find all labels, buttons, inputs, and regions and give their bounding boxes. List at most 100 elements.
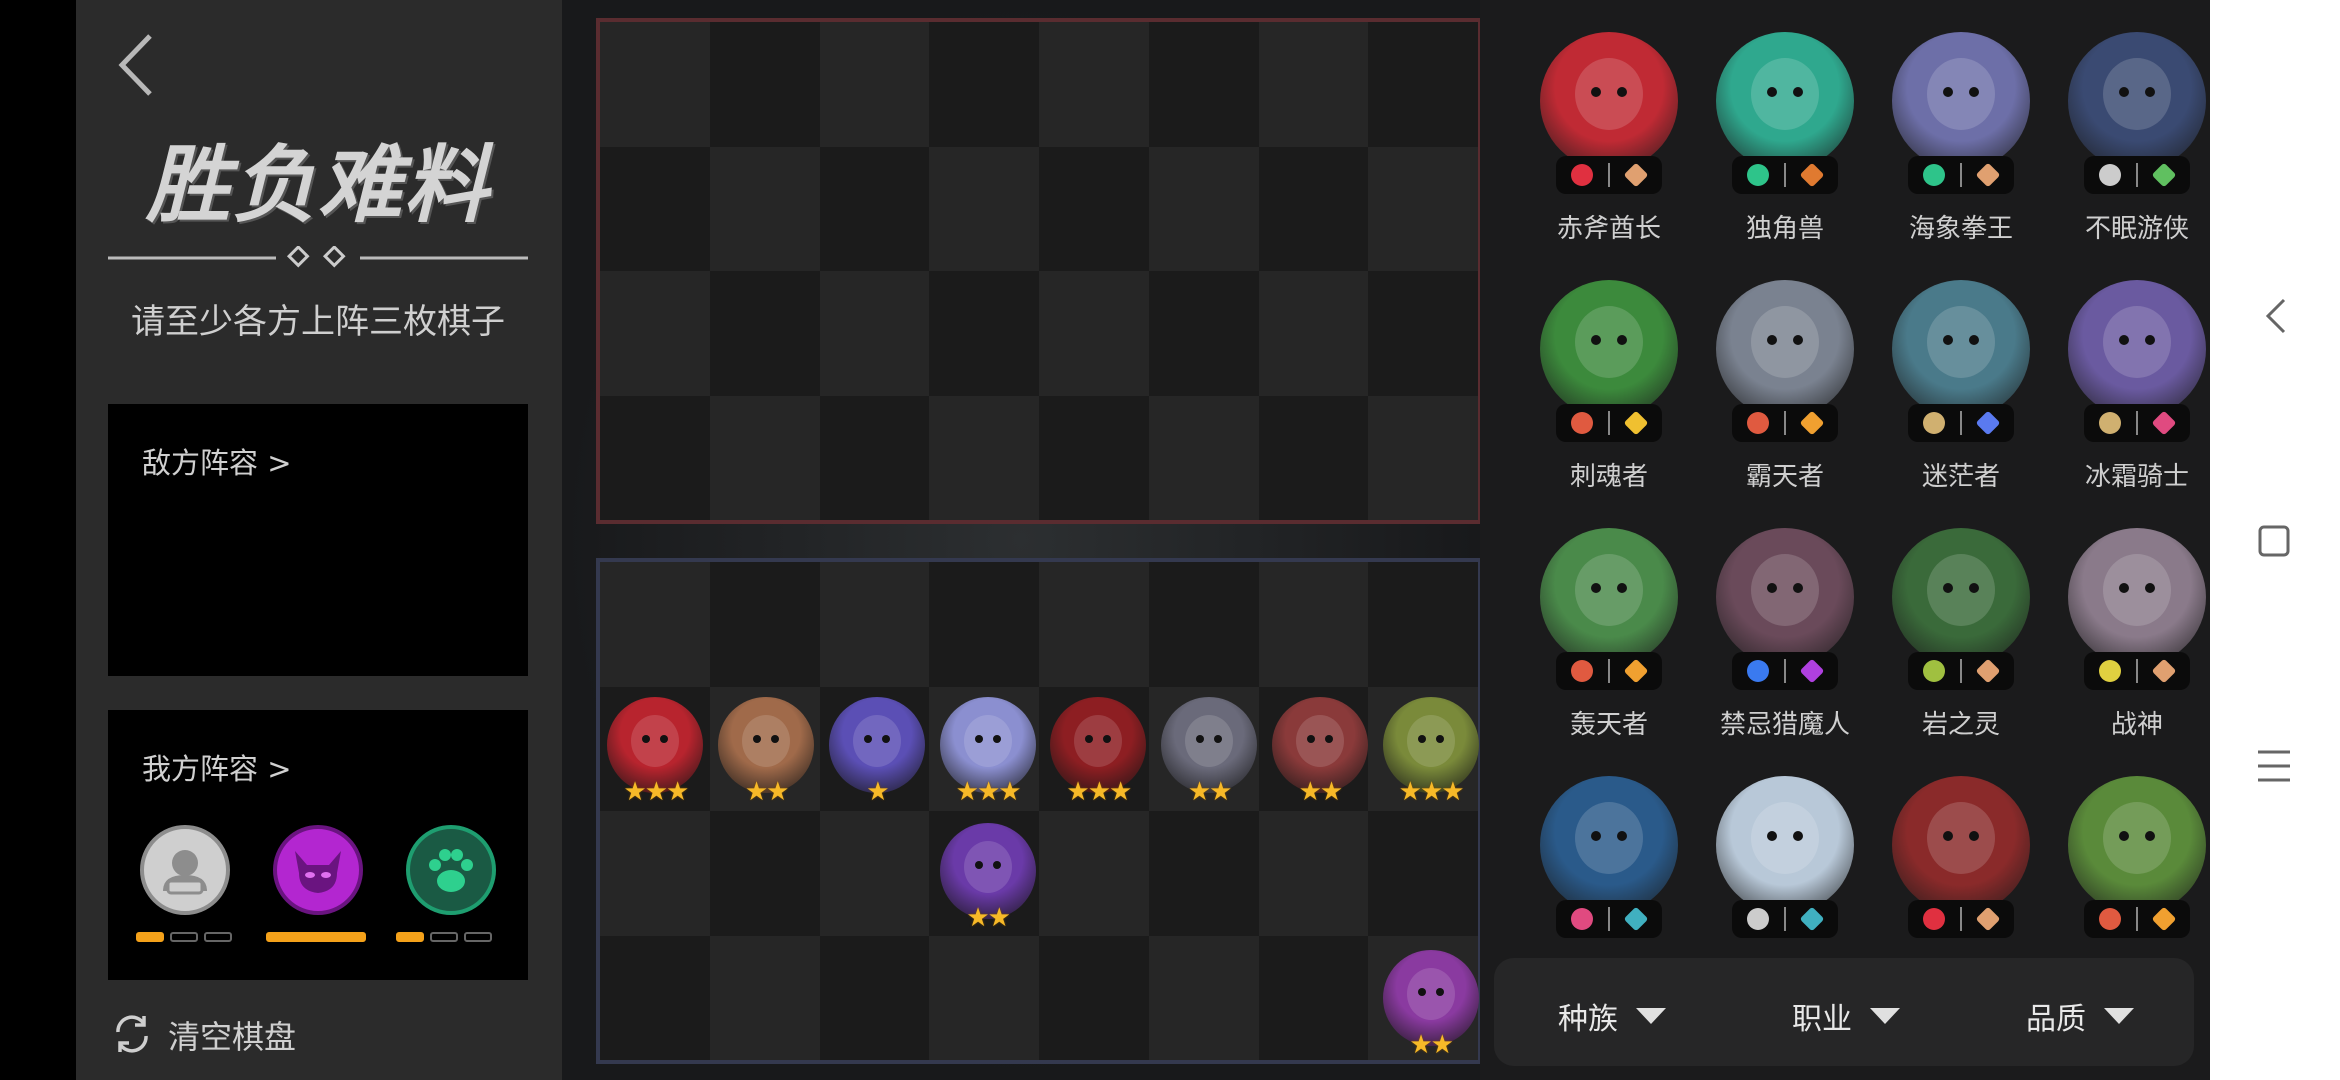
board-cell[interactable]: [819, 395, 930, 520]
hero-card[interactable]: 赤斧酋长: [1534, 32, 1684, 272]
board-cell[interactable]: [1039, 562, 1149, 687]
board-cell[interactable]: [709, 395, 820, 520]
board-cell[interactable]: [709, 811, 820, 936]
hero-card[interactable]: 战神: [2062, 528, 2212, 768]
board-cell[interactable]: [819, 562, 930, 687]
hero-card[interactable]: 独角兽: [1710, 32, 1860, 272]
hero-card[interactable]: 轰天者: [1534, 528, 1684, 768]
board-cell[interactable]: [1368, 146, 1478, 271]
board-piece[interactable]: ★★: [1161, 696, 1258, 807]
hero-card[interactable]: 岩之灵: [1886, 528, 2036, 768]
board-cell[interactable]: [1258, 395, 1369, 520]
class-filter[interactable]: 职业: [1792, 994, 1900, 1038]
hero-card[interactable]: 迷茫者: [1886, 280, 2036, 520]
board-piece[interactable]: ★★★: [607, 696, 704, 807]
hero-card[interactable]: 不眠游侠: [2062, 32, 2212, 272]
clear-board-button[interactable]: 清空棋盘: [108, 1006, 348, 1058]
board-cell[interactable]: [929, 271, 1039, 396]
hero-portrait: [1716, 528, 1854, 666]
hero-name: 冰霜骑士: [2084, 462, 2189, 492]
board-cell[interactable]: [1258, 271, 1369, 396]
nav-back-button[interactable]: [2210, 276, 2340, 356]
board-cell[interactable]: [600, 935, 710, 1060]
hero-portrait: [2068, 776, 2206, 914]
board-cell[interactable]: [1368, 562, 1478, 687]
class-trait-icon: [1975, 410, 2001, 436]
board-cell[interactable]: [1039, 811, 1149, 936]
board-cell[interactable]: [709, 146, 820, 271]
board-cell[interactable]: [1368, 22, 1478, 147]
board-cell[interactable]: [600, 395, 710, 520]
board-piece[interactable]: ★★★: [1382, 696, 1479, 807]
board-cell[interactable]: [1039, 935, 1149, 1060]
board-cell[interactable]: [1039, 146, 1149, 271]
race-filter[interactable]: 种族: [1558, 994, 1666, 1038]
board-cell[interactable]: [1039, 271, 1149, 396]
race-trait-icon: [1747, 164, 1770, 186]
board-cell[interactable]: [600, 146, 710, 271]
board-cell[interactable]: [709, 22, 820, 147]
board-cell[interactable]: [929, 146, 1039, 271]
board-cell[interactable]: [929, 935, 1039, 1060]
board-cell[interactable]: [600, 562, 710, 687]
board-cell[interactable]: [1148, 395, 1259, 520]
quality-filter[interactable]: 品质: [2026, 994, 2134, 1038]
hero-card[interactable]: 霸天者: [1710, 280, 1860, 520]
board-cell[interactable]: [1258, 935, 1369, 1060]
board-cell[interactable]: [819, 935, 930, 1060]
board-piece[interactable]: ★★★: [939, 696, 1036, 807]
board-cell[interactable]: [709, 562, 820, 687]
board-cell[interactable]: [1368, 395, 1478, 520]
board-piece[interactable]: ★★: [1382, 949, 1479, 1060]
hero-portrait: [1892, 528, 2030, 666]
hero-card[interactable]: 刺魂者: [1534, 280, 1684, 520]
board-cell[interactable]: [1258, 22, 1369, 147]
board-cell[interactable]: [1039, 22, 1149, 147]
board-cell[interactable]: [1148, 562, 1259, 687]
board-cell[interactable]: [929, 395, 1039, 520]
ally-board[interactable]: [596, 558, 1482, 1064]
board-piece[interactable]: ★: [828, 696, 925, 807]
board-piece[interactable]: ★★: [939, 823, 1036, 933]
board-cell[interactable]: [600, 811, 710, 936]
board-cell[interactable]: [1258, 146, 1369, 271]
board-cell[interactable]: [1148, 935, 1259, 1060]
board-cell[interactable]: [1148, 271, 1259, 396]
demon-icon[interactable]: [273, 825, 363, 915]
ally-lineup-label[interactable]: 我方阵容 >: [142, 746, 292, 788]
board-cell[interactable]: [819, 811, 930, 936]
nav-home-button[interactable]: [2210, 502, 2340, 582]
board-piece[interactable]: ★★: [718, 696, 815, 807]
nav-recents-button[interactable]: [2210, 726, 2340, 806]
board-cell[interactable]: [1148, 811, 1259, 936]
board-cell[interactable]: [929, 562, 1039, 687]
board-cell[interactable]: [1148, 22, 1259, 147]
board-cell[interactable]: [929, 22, 1039, 147]
board-cell[interactable]: [1258, 811, 1369, 936]
board-cell[interactable]: [1258, 562, 1369, 687]
enemy-lineup-label[interactable]: 敌方阵容 >: [142, 440, 292, 482]
board-cell[interactable]: [709, 271, 820, 396]
board-cell[interactable]: [819, 271, 930, 396]
board-cell[interactable]: [600, 271, 710, 396]
enemy-lineup-panel[interactable]: 敌方阵容 >: [108, 404, 528, 676]
hero-card[interactable]: 禁忌猎魔人: [1710, 528, 1860, 768]
board-cell[interactable]: [709, 935, 820, 1060]
board-piece[interactable]: ★★★: [1050, 696, 1147, 807]
back-button[interactable]: [110, 30, 160, 100]
hero-card[interactable]: 海象拳王: [1886, 32, 2036, 272]
board-piece[interactable]: ★★: [1271, 696, 1368, 807]
board-cell[interactable]: [600, 22, 710, 147]
enemy-board[interactable]: [596, 18, 1482, 524]
board-cell[interactable]: [1368, 811, 1478, 936]
beast-paw-icon[interactable]: [406, 825, 496, 915]
hero-card[interactable]: 冰霜骑士: [2062, 280, 2212, 520]
board-cell[interactable]: [819, 146, 930, 271]
board-cell[interactable]: [1148, 146, 1259, 271]
ally-lineup-panel[interactable]: 我方阵容 >: [108, 710, 528, 980]
board-cell[interactable]: [1368, 271, 1478, 396]
knight-race-icon[interactable]: [140, 825, 230, 915]
board-cell[interactable]: [819, 22, 930, 147]
class-trait-icon: [2151, 658, 2177, 684]
board-cell[interactable]: [1039, 395, 1149, 520]
